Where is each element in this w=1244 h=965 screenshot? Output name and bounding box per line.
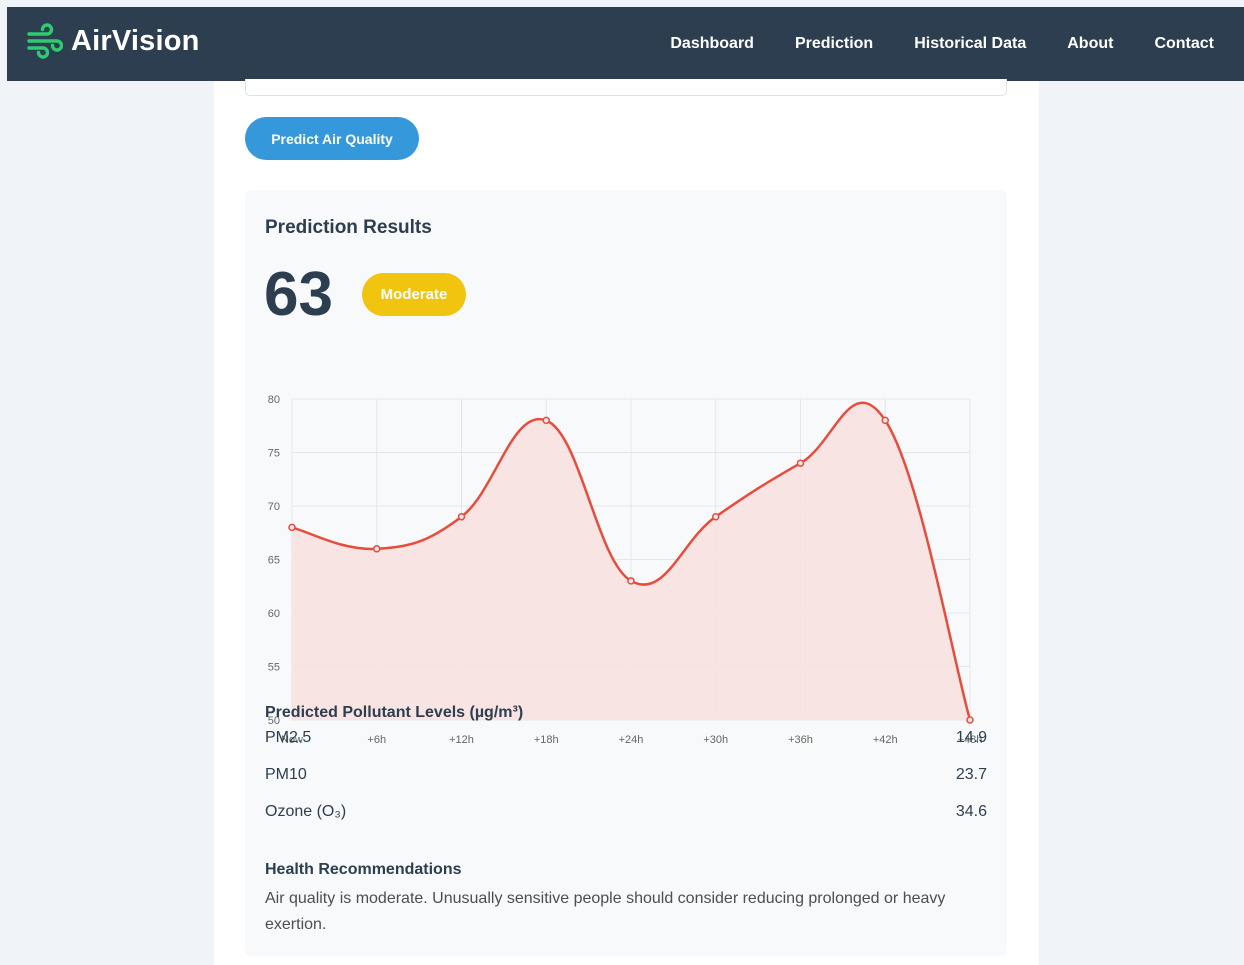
data-point [881,416,889,425]
nav-prediction[interactable]: Prediction [795,35,873,53]
brand-name: AirVision [71,24,200,57]
pollutant-row-pm10: PM10 23.7 [265,766,987,790]
prediction-results-panel: Prediction Results 63 Moderate 50 55 60 65 7… [245,190,1007,956]
y-tick-label: 55 [268,662,280,674]
results-title: Prediction Results [265,217,432,238]
pollutant-levels-title: Predicted Pollutant Levels (µg/m³) [265,704,524,721]
health-recommendations-title: Health Recommendations [265,861,462,878]
pollutant-row-ozone: Ozone (O₃) 34.6 [265,803,987,827]
aqi-forecast-chart: 50556065707580 Now +6h +12h +18h +24h +30h +36… [268,394,983,746]
nav-about[interactable]: About [1067,35,1113,53]
pollutant-value: 34.6 [955,803,987,820]
pollutant-name: Ozone (O₃) [265,803,347,820]
wind-icon [27,23,63,59]
aqi-category-badge: Moderate [362,273,466,316]
data-point [712,512,720,521]
pollutant-name: PM2.5 [265,729,312,746]
y-tick-label: 80 [268,394,280,406]
data-point [627,577,635,585]
data-point [373,545,381,553]
y-tick-label: 75 [268,448,280,460]
data-point [457,512,466,521]
predict-air-quality-button[interactable]: Predict Air Quality [245,117,419,160]
data-point [966,716,974,724]
pollutant-name: PM10 [265,766,307,783]
pollutant-value: 23.7 [955,766,987,783]
prediction-card: Predict Air Quality Prediction Results 6… [214,79,1039,965]
chart-y-ticks: 50556065707580 [268,394,280,727]
aqi-value: 63 [264,260,333,329]
pollutant-row-pm25: PM2.5 14.9 [265,729,987,753]
y-tick-label: 70 [268,501,280,513]
form-field-bottom[interactable] [245,79,1007,96]
data-point [288,523,296,532]
nav-dashboard[interactable]: Dashboard [670,35,754,53]
data-point [542,416,550,425]
y-tick-label: 65 [268,555,280,567]
brand-logo[interactable]: AirVision [27,21,200,61]
pollutant-value: 14.9 [955,729,987,746]
nav-historical-data[interactable]: Historical Data [914,35,1026,53]
nav-links: Dashboard Prediction Historical Data Abo… [629,7,1214,81]
navbar: AirVision Dashboard Prediction Historica… [7,7,1244,81]
y-tick-label: 60 [268,608,280,620]
nav-contact[interactable]: Contact [1154,35,1214,53]
health-recommendations-text: Air quality is moderate. Unusually sensi… [265,890,946,933]
data-point [796,459,805,467]
